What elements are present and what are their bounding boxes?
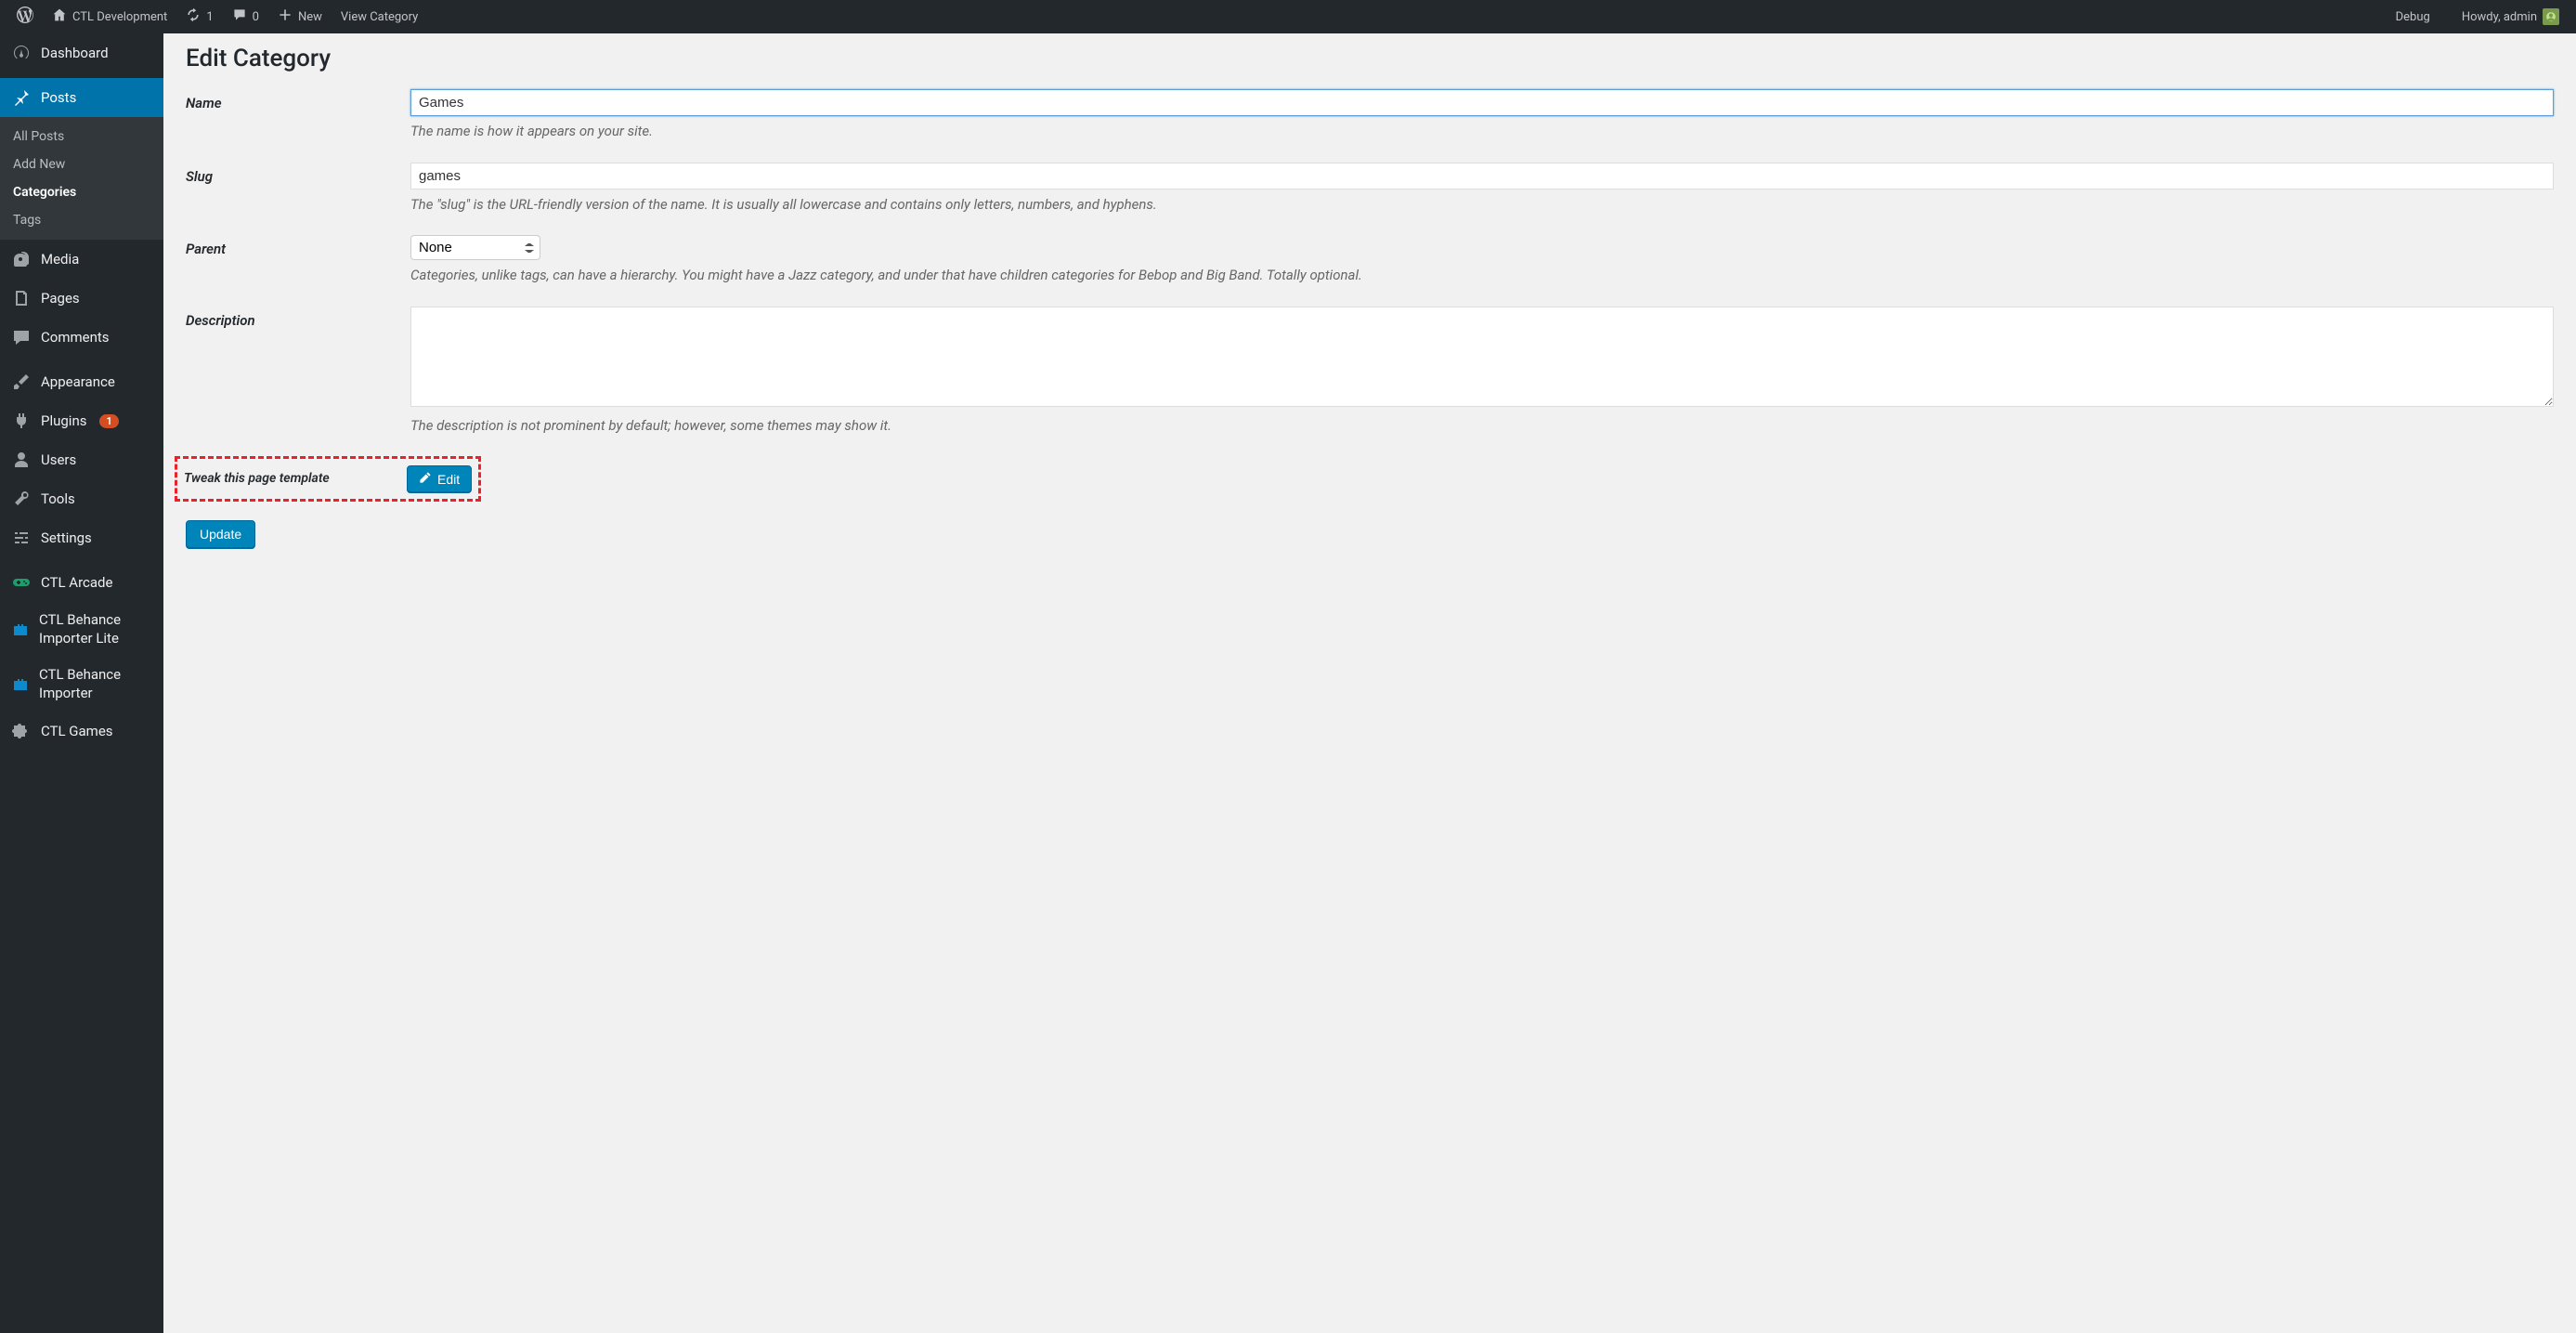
edit-template-button[interactable]: Edit [407,465,472,492]
sidebar-item-dashboard[interactable]: Dashboard [0,33,163,72]
briefcase-icon [11,674,30,695]
name-input[interactable] [410,89,2554,116]
sidebar-label: Appearance [41,373,115,390]
sidebar-label: CTL Behance Importer [39,666,152,702]
sidebar-item-ctl-games[interactable]: CTL Games [0,712,163,751]
sidebar-label: Comments [41,329,110,346]
comments-link[interactable]: 0 [223,0,268,33]
sliders-icon [11,528,32,548]
field-row-name: Name The name is how it appears on your … [186,89,2554,142]
admin-bar: CTL Development 1 0 New View Category De… [0,0,2576,33]
sidebar-label: CTL Arcade [41,574,112,591]
dashboard-icon [11,43,32,63]
sidebar-item-posts[interactable]: Posts [0,78,163,117]
sidebar-item-pages[interactable]: Pages [0,279,163,318]
updates-link[interactable]: 1 [176,0,222,33]
sidebar-label: Settings [41,529,92,546]
pin-icon [11,87,32,108]
debug-link[interactable]: Debug [2387,0,2439,33]
sidebar-item-users[interactable]: Users [0,440,163,479]
page-title: Edit Category [186,45,2554,72]
update-button[interactable]: Update [186,520,255,548]
sidebar-item-ctl-arcade[interactable]: CTL Arcade [0,563,163,602]
sidebar-item-settings[interactable]: Settings [0,518,163,557]
highlight-box: Tweak this page template Edit [175,456,481,502]
wordpress-icon [17,7,33,27]
submenu-tags[interactable]: Tags [0,206,163,234]
submenu-all-posts[interactable]: All Posts [0,123,163,150]
parent-label: Parent [186,235,410,257]
account-link[interactable]: Howdy, admin [2452,0,2569,33]
sidebar-item-comments[interactable]: Comments [0,318,163,357]
sidebar-label: Posts [41,89,76,106]
home-icon [52,7,67,26]
site-name-link[interactable]: CTL Development [43,0,176,33]
plug-icon [11,411,32,431]
sidebar-label: Dashboard [41,45,109,61]
wp-logo[interactable] [7,0,43,33]
pencil-icon [419,471,432,487]
comment-icon [232,7,247,26]
briefcase-icon [11,620,30,640]
field-row-description: Description The description is not promi… [186,307,2554,437]
parent-select[interactable]: None [410,235,540,260]
description-textarea[interactable] [410,307,2554,407]
sidebar-item-appearance[interactable]: Appearance [0,362,163,401]
view-category-link[interactable]: View Category [332,0,427,33]
sidebar-label: Media [41,251,79,268]
posts-submenu: All Posts Add New Categories Tags [0,117,163,240]
greeting-text: Howdy, admin [2462,10,2537,24]
user-icon [11,450,32,470]
sidebar-item-ctl-behance[interactable]: CTL Behance Importer [0,657,163,712]
slug-help: The "slug" is the URL-friendly version o… [410,194,2554,216]
plugins-badge: 1 [99,414,118,428]
description-label: Description [186,307,410,329]
description-help: The description is not prominent by defa… [410,415,2554,437]
view-label: View Category [341,10,418,24]
plus-icon [278,7,293,26]
update-count: 1 [206,10,213,24]
sidebar-label: CTL Behance Importer Lite [39,611,152,647]
sidebar-label: CTL Games [41,723,113,739]
comment-icon [11,327,32,347]
slug-label: Slug [186,163,410,185]
puzzle-icon [11,721,32,741]
avatar [2543,8,2559,25]
admin-sidebar: Dashboard Posts All Posts Add New Catego… [0,33,163,1333]
new-label: New [298,10,322,24]
page-icon [11,288,32,308]
sidebar-label: Users [41,451,76,468]
gamepad-icon [11,572,32,593]
tweak-label: Tweak this page template [184,465,407,486]
new-content-link[interactable]: New [268,0,332,33]
submenu-categories[interactable]: Categories [0,178,163,206]
field-row-parent: Parent None Categories, unlike tags, can… [186,235,2554,286]
sidebar-label: Pages [41,290,80,307]
slug-input[interactable] [410,163,2554,189]
sidebar-item-ctl-behance-lite[interactable]: CTL Behance Importer Lite [0,602,163,657]
sidebar-item-plugins[interactable]: Plugins 1 [0,401,163,440]
wrench-icon [11,489,32,509]
media-icon [11,249,32,269]
sidebar-item-media[interactable]: Media [0,240,163,279]
sidebar-item-tools[interactable]: Tools [0,479,163,518]
name-label: Name [186,89,410,111]
field-row-slug: Slug The "slug" is the URL-friendly vers… [186,163,2554,216]
parent-help: Categories, unlike tags, can have a hier… [410,265,2554,286]
sidebar-label: Plugins [41,412,86,429]
comment-count: 0 [253,10,259,24]
site-name: CTL Development [72,10,167,24]
submenu-add-new[interactable]: Add New [0,150,163,178]
name-help: The name is how it appears on your site. [410,121,2554,142]
refresh-icon [186,7,201,26]
sidebar-label: Tools [41,490,75,507]
brush-icon [11,372,32,392]
main-content: Edit Category Name The name is how it ap… [163,33,2576,1333]
